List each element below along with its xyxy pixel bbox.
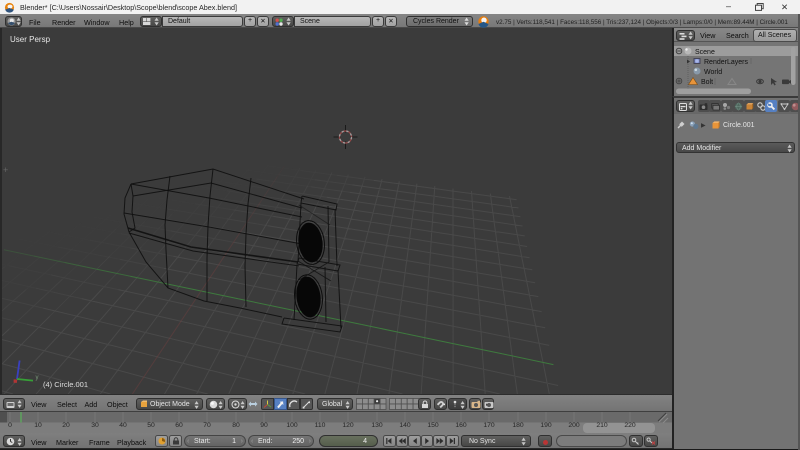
svg-text:World: World — [704, 69, 722, 76]
svg-text:y: y — [36, 375, 39, 381]
svg-text:Bolt: Bolt — [701, 79, 713, 86]
svg-text:Scene: Scene — [695, 49, 715, 56]
svg-text:RenderLayers: RenderLayers — [704, 59, 748, 66]
